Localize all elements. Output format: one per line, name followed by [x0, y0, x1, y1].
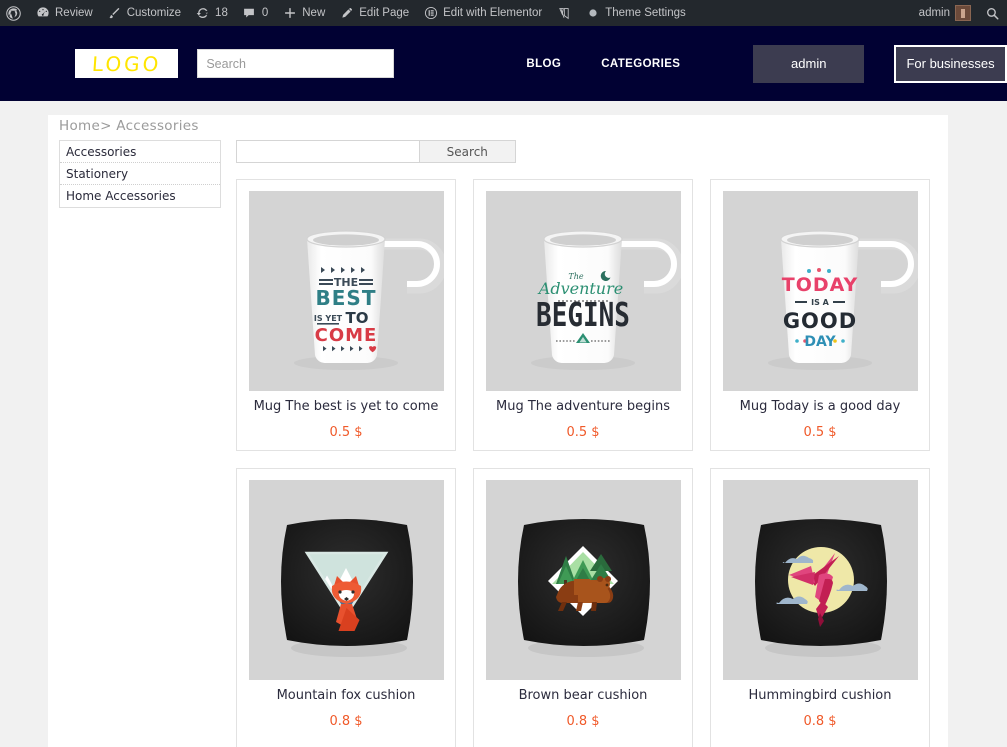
product-title: Mug Today is a good day: [739, 399, 901, 414]
header-admin-button[interactable]: admin: [753, 44, 865, 83]
adminbar-updates-count: 18: [215, 7, 228, 19]
product-card[interactable]: THE BEST IS YET TO COME Mug The best is …: [236, 179, 456, 451]
paintbrush-icon: [107, 6, 122, 21]
adminbar-item-edit-page[interactable]: Edit Page: [332, 0, 416, 26]
adminbar-item-updates[interactable]: 18: [188, 0, 235, 26]
wpbakery-icon: [556, 6, 571, 21]
adminbar-label-theme-settings: Theme Settings: [605, 7, 686, 19]
wordpress-logo-icon: [6, 5, 21, 21]
product-image-cushion-mountain-fox: [248, 480, 444, 680]
adminbar-item-account[interactable]: admin: [912, 0, 978, 26]
site-header: LOGO BLOG CATEGORIES admin For businesse…: [0, 26, 1007, 101]
adminbar-item-wordpress[interactable]: [0, 0, 28, 26]
product-card[interactable]: Hummingbird cushion 0.8 $: [710, 468, 930, 747]
products-area: Search THE BEST IS YET TO COME Mug The b…: [236, 140, 936, 747]
wp-admin-bar: Review Customize 18 0 New Edit Page Edit…: [0, 0, 1007, 26]
header-search-input[interactable]: [197, 49, 395, 78]
product-title: Mug The best is yet to come: [253, 399, 439, 414]
adminbar-account-label: admin: [918, 7, 950, 19]
adminbar-label-review: Review: [55, 7, 93, 19]
product-search-bar: Search: [236, 140, 516, 163]
svg-text:BEGINS: BEGINS: [536, 296, 630, 334]
search-icon: [985, 6, 1000, 21]
svg-text:COME: COME: [314, 325, 377, 346]
site-logo-text: LOGO: [91, 51, 163, 76]
product-price: 0.5 $: [803, 425, 837, 441]
product-price: 0.8 $: [803, 714, 837, 730]
header-for-businesses-button[interactable]: For businesses: [894, 44, 1007, 83]
adminbar-label-customize: Customize: [126, 7, 182, 19]
adminbar-label-elementor: Edit with Elementor: [443, 7, 543, 19]
product-image-mug-best-is-yet-to-come: THE BEST IS YET TO COME: [248, 191, 444, 391]
product-search-button[interactable]: Search: [419, 140, 516, 163]
updates-icon: [195, 6, 210, 21]
dashboard-icon: [35, 6, 50, 21]
product-price: 0.8 $: [566, 714, 600, 730]
adminbar-item-customize[interactable]: Customize: [100, 0, 188, 26]
elementor-icon: [423, 6, 438, 21]
adminbar-comments-count: 0: [261, 7, 269, 19]
site-logo[interactable]: LOGO: [75, 49, 179, 78]
nav-item-categories[interactable]: CATEGORIES: [601, 58, 680, 70]
product-card[interactable]: The Adventure BEGINS Mug The adventure b…: [473, 179, 693, 451]
comment-icon: [242, 6, 257, 21]
sidebar-item-stationery[interactable]: Stationery: [60, 163, 220, 185]
product-image-mug-today-is-a-good-day: TODAY IS A GOOD DAY: [722, 191, 918, 391]
product-price: 0.5 $: [329, 425, 363, 441]
avatar: [955, 5, 971, 21]
product-image-cushion-hummingbird: [722, 480, 918, 680]
product-card[interactable]: Brown bear cushion 0.8 $: [473, 468, 693, 747]
product-price: 0.8 $: [329, 714, 363, 730]
product-title: Hummingbird cushion: [748, 688, 892, 703]
page-body: Home> Accessories Accessories Stationery…: [0, 101, 1007, 747]
pencil-icon: [339, 6, 354, 21]
svg-text:DAY: DAY: [804, 334, 836, 350]
svg-text:Adventure: Adventure: [536, 279, 622, 298]
adminbar-item-wpbakery[interactable]: [549, 0, 578, 26]
product-title: Mountain fox cushion: [276, 688, 416, 703]
sidebar-item-accessories[interactable]: Accessories: [60, 141, 220, 163]
adminbar-item-edit-with-elementor[interactable]: Edit with Elementor: [416, 0, 549, 26]
product-search-input[interactable]: [236, 140, 420, 163]
circle-icon: [585, 6, 600, 21]
sidebar-item-home-accessories[interactable]: Home Accessories: [60, 185, 220, 207]
svg-text:IS YET: IS YET: [313, 314, 342, 323]
adminbar-item-new[interactable]: New: [275, 0, 332, 26]
content-container: Home> Accessories Accessories Stationery…: [48, 115, 948, 747]
product-image-cushion-brown-bear: [485, 480, 681, 680]
category-sidebar: Accessories Stationery Home Accessories: [59, 140, 221, 208]
svg-text:BEST: BEST: [315, 286, 376, 310]
main-navigation: BLOG CATEGORIES: [526, 58, 680, 70]
plus-icon: [282, 6, 297, 21]
svg-text:IS A: IS A: [811, 298, 830, 307]
product-price: 0.5 $: [566, 425, 600, 441]
svg-text:GOOD: GOOD: [782, 309, 856, 333]
product-card[interactable]: TODAY IS A GOOD DAY Mug Today is a good …: [710, 179, 930, 451]
adminbar-label-new: New: [302, 7, 326, 19]
adminbar-item-review[interactable]: Review: [28, 0, 100, 26]
product-title: Brown bear cushion: [518, 688, 648, 703]
adminbar-item-comments[interactable]: 0: [235, 0, 275, 26]
nav-item-blog[interactable]: BLOG: [526, 58, 561, 70]
product-title: Mug The adventure begins: [496, 399, 670, 414]
product-card[interactable]: Mountain fox cushion 0.8 $: [236, 468, 456, 747]
product-grid: THE BEST IS YET TO COME Mug The best is …: [236, 179, 936, 747]
product-image-mug-adventure-begins: The Adventure BEGINS: [485, 191, 681, 391]
breadcrumb: Home> Accessories: [59, 118, 199, 134]
svg-text:TODAY: TODAY: [781, 274, 858, 296]
adminbar-label-edit-page: Edit Page: [359, 7, 410, 19]
adminbar-item-theme-settings[interactable]: Theme Settings: [578, 0, 693, 26]
adminbar-item-search[interactable]: [978, 0, 1007, 26]
